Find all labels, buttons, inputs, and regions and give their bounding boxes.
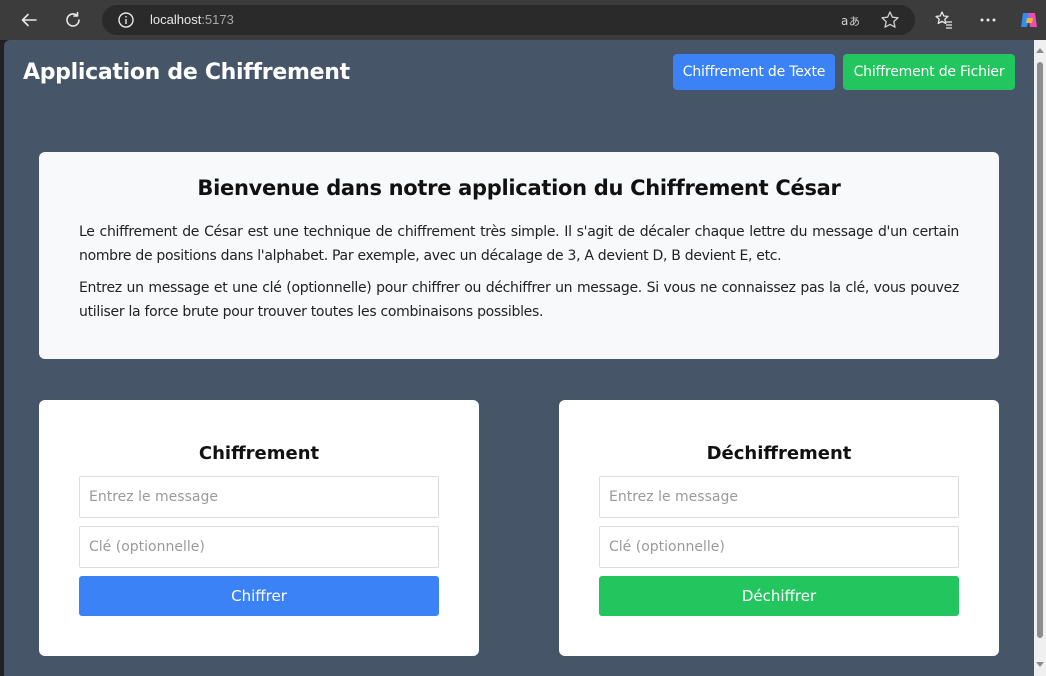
decrypt-button[interactable]: Déchiffrer <box>599 576 959 616</box>
svg-text:a: a <box>841 14 848 28</box>
more-options-icon[interactable] <box>976 8 1000 32</box>
url-host: localhost <box>150 12 202 27</box>
app-title: Application de Chiffrement <box>23 60 350 85</box>
refresh-icon[interactable] <box>59 6 87 34</box>
scroll-thumb[interactable] <box>1037 62 1043 638</box>
vertical-scrollbar[interactable] <box>1034 40 1046 676</box>
svg-text:あ: あ <box>849 15 860 28</box>
intro-heading: Bienvenue dans notre application du Chif… <box>197 176 841 200</box>
encrypt-card: Chiffrement Chiffrer <box>39 400 479 656</box>
encrypt-button[interactable]: Chiffrer <box>79 576 439 616</box>
decrypt-card: Déchiffrement Déchiffrer <box>559 400 999 656</box>
decrypt-title: Déchiffrement <box>706 443 852 464</box>
decrypt-key-input[interactable] <box>599 526 959 568</box>
info-icon[interactable] <box>117 11 135 33</box>
encrypt-title: Chiffrement <box>198 443 320 464</box>
address-bar[interactable]: localhost:5173 aあ <box>102 5 915 35</box>
tab-text-encryption-button[interactable]: Chiffrement de Texte <box>673 54 835 90</box>
app-page: Application de Chiffrement Chiffrement d… <box>4 40 1034 676</box>
scroll-down-arrow-icon[interactable] <box>1036 662 1044 667</box>
intro-card: Bienvenue dans notre application du Chif… <box>39 152 999 359</box>
decrypt-message-input[interactable] <box>599 476 959 518</box>
url-port: :5173 <box>201 12 234 27</box>
copilot-icon[interactable] <box>1017 8 1041 32</box>
encrypt-message-input[interactable] <box>79 476 439 518</box>
intro-paragraph-2: Entrez un message et une clé (optionnell… <box>79 280 959 320</box>
read-aloud-icon[interactable]: aあ <box>838 8 862 32</box>
encrypt-key-input[interactable] <box>79 526 439 568</box>
tab-file-encryption-button[interactable]: Chiffrement de Fichier <box>843 54 1015 90</box>
url-text: localhost:5173 <box>150 12 234 27</box>
scroll-up-arrow-icon[interactable] <box>1036 48 1044 53</box>
back-arrow-icon[interactable] <box>15 6 43 34</box>
favorite-star-icon[interactable] <box>878 8 902 32</box>
browser-toolbar: localhost:5173 aあ <box>0 0 1046 40</box>
intro-paragraph-1: Le chiffrement de César est une techniqu… <box>79 224 959 264</box>
favorites-list-icon[interactable] <box>932 8 956 32</box>
